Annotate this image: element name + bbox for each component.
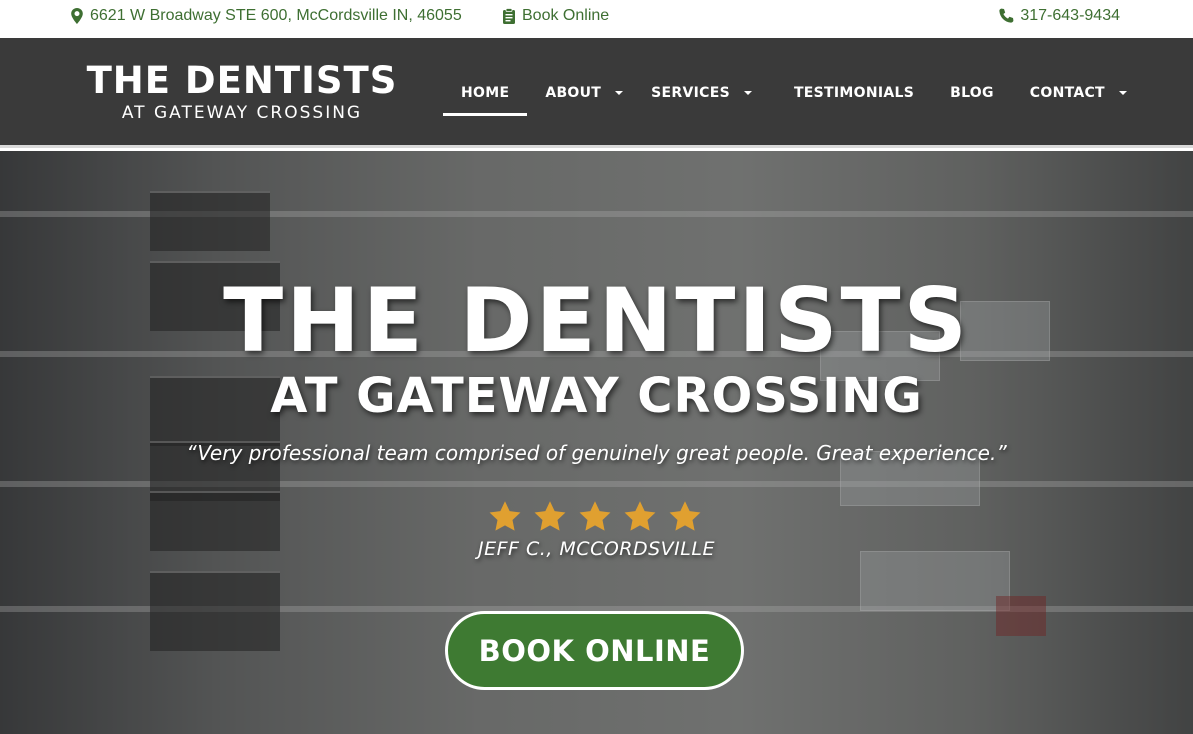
testimonial-quote: “Very professional team comprised of gen… bbox=[186, 441, 1007, 465]
nav-services[interactable]: SERVICES bbox=[641, 38, 770, 148]
site-header: THE DENTISTS AT GATEWAY CROSSING HOME AB… bbox=[0, 38, 1193, 148]
map-marker-icon bbox=[71, 8, 83, 24]
hero-section: THE DENTISTS AT GATEWAY CROSSING “Very p… bbox=[0, 151, 1193, 734]
star-rating bbox=[486, 499, 704, 535]
star-icon bbox=[534, 501, 566, 531]
book-online-text: Book Online bbox=[522, 7, 610, 24]
phone-link[interactable]: 317-643-9434 bbox=[998, 0, 1120, 32]
address-link[interactable]: 6621 W Broadway STE 600, McCordsville IN… bbox=[70, 0, 462, 32]
star-icon bbox=[579, 501, 611, 531]
testimonial-author: JEFF C., MCCORDSVILLE bbox=[478, 538, 715, 560]
star-icon bbox=[624, 501, 656, 531]
chevron-down-icon[interactable] bbox=[615, 91, 624, 95]
hero-subtitle: AT GATEWAY CROSSING bbox=[270, 368, 923, 424]
nav-testimonials-label: TESTIMONIALS bbox=[793, 85, 915, 101]
logo-line-1: THE DENTISTS bbox=[86, 59, 398, 102]
star-icon bbox=[669, 501, 701, 531]
site-logo[interactable]: THE DENTISTS AT GATEWAY CROSSING bbox=[76, 62, 408, 126]
nav-home-label: HOME bbox=[461, 85, 510, 101]
chevron-down-icon[interactable] bbox=[743, 91, 752, 95]
book-online-button[interactable]: BOOK ONLINE bbox=[445, 611, 744, 690]
phone-icon bbox=[999, 8, 1014, 23]
book-online-button-label: BOOK ONLINE bbox=[478, 633, 711, 668]
star-icon bbox=[489, 501, 521, 531]
nav-testimonials[interactable]: TESTIMONIALS bbox=[770, 38, 932, 148]
main-nav: HOME ABOUT SERVICES TESTIMONIALS BLOG CO… bbox=[443, 38, 1137, 148]
chevron-down-icon[interactable] bbox=[1118, 91, 1127, 95]
book-online-link[interactable]: Book Online bbox=[502, 0, 609, 32]
nav-about-label: ABOUT bbox=[545, 85, 602, 101]
logo-line-2: AT GATEWAY CROSSING bbox=[121, 103, 363, 123]
top-contact-bar: 6621 W Broadway STE 600, McCordsville IN… bbox=[0, 0, 1193, 38]
hero-title: THE DENTISTS bbox=[223, 269, 970, 372]
address-text: 6621 W Broadway STE 600, McCordsville IN… bbox=[90, 7, 462, 24]
phone-text: 317-643-9434 bbox=[1020, 7, 1120, 24]
nav-about[interactable]: ABOUT bbox=[527, 38, 641, 148]
clipboard-icon bbox=[503, 8, 515, 24]
nav-blog-label: BLOG bbox=[950, 85, 994, 101]
nav-contact[interactable]: CONTACT bbox=[1012, 38, 1137, 148]
nav-blog[interactable]: BLOG bbox=[932, 38, 1012, 148]
nav-home[interactable]: HOME bbox=[443, 38, 528, 148]
nav-contact-label: CONTACT bbox=[1029, 85, 1105, 101]
nav-services-label: SERVICES bbox=[651, 85, 730, 101]
